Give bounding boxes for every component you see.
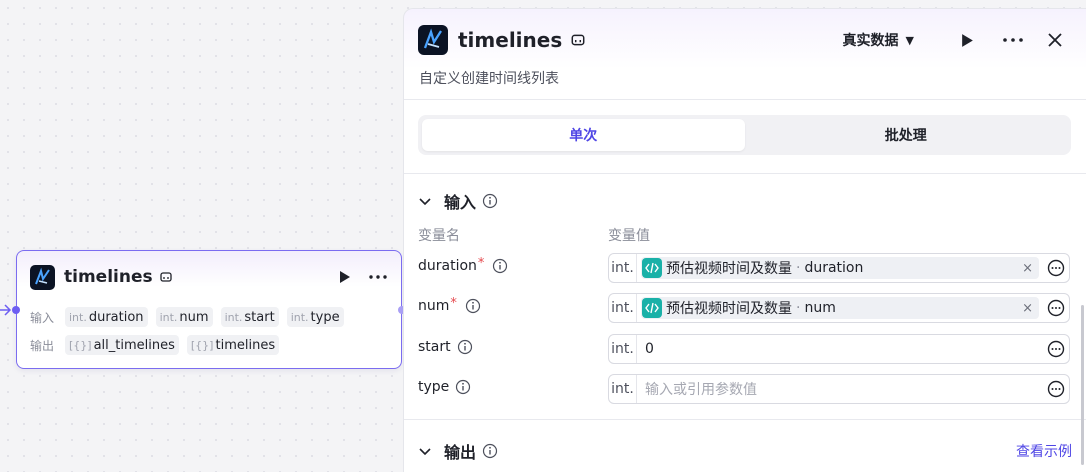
node-output-label: 输出	[30, 338, 55, 353]
chevron-down-icon[interactable]	[418, 194, 432, 208]
output-section-header[interactable]: 输出	[418, 439, 498, 463]
reference-chip[interactable]: 预估视频时间及数量 · num ×	[641, 297, 1039, 319]
panel-more-button[interactable]	[1000, 27, 1026, 53]
panel-scrollbar[interactable]	[1081, 305, 1084, 465]
workflow-node-timelines[interactable]: timelines 输入 int. duration int. num int. st…	[12, 250, 406, 369]
info-icon[interactable]	[455, 379, 471, 395]
divider	[404, 419, 1086, 420]
node-output-tag: [{}] timelines	[186, 335, 280, 355]
param-value-type[interactable]: int. 输入或引用参数值	[608, 374, 1070, 404]
tab-batch[interactable]: 批处理	[745, 119, 1068, 151]
chevron-down-icon[interactable]	[418, 444, 432, 458]
column-header-value: 变量值	[608, 228, 650, 244]
panel-run-button[interactable]	[954, 27, 980, 53]
param-value-start[interactable]: int. 0	[608, 334, 1070, 364]
input-port[interactable]	[12, 306, 20, 314]
node-input-tag: int. type	[286, 307, 344, 327]
close-icon[interactable]	[1042, 27, 1068, 53]
node-outputs-row: 输出 [{}] all_timelines [{}] timelines	[30, 335, 287, 355]
divider	[404, 173, 1086, 174]
node-more-button[interactable]	[369, 275, 387, 279]
input-section-header[interactable]: 输入	[418, 189, 498, 213]
clear-icon[interactable]: ×	[1022, 301, 1033, 316]
node-run-button[interactable]	[339, 270, 351, 284]
store-icon	[570, 32, 586, 48]
node-input-tag: int. num	[155, 307, 213, 327]
param-type: int.	[609, 294, 637, 322]
variable-picker-icon[interactable]	[1043, 259, 1069, 277]
node-input-tag: int. start	[220, 307, 279, 327]
caret-down-icon: ▼	[905, 33, 914, 47]
start-input[interactable]: 0	[645, 341, 1039, 357]
param-type: int.	[609, 335, 637, 363]
info-icon[interactable]	[465, 298, 481, 314]
node-input-tag: int. duration	[65, 307, 148, 327]
variable-picker-icon[interactable]	[1043, 380, 1069, 398]
node-settings-panel: timelines 真实数据 ▼ 自定义创建时间线列表 单次 批处理 输入 变量…	[403, 8, 1086, 472]
node-input-label: 输入	[30, 310, 55, 325]
code-icon	[642, 258, 662, 278]
panel-title: timelines	[458, 28, 563, 52]
variable-picker-icon[interactable]	[1043, 340, 1069, 358]
code-icon	[642, 298, 662, 318]
run-mode-tabs: 单次 批处理	[418, 115, 1071, 155]
param-name-num: num *	[418, 295, 481, 314]
plugin-logo-icon	[30, 264, 55, 290]
required-mark: *	[450, 295, 457, 311]
node-header: timelines	[30, 264, 387, 290]
real-data-dropdown[interactable]: 真实数据 ▼	[843, 30, 914, 50]
panel-description: 自定义创建时间线列表	[419, 71, 559, 87]
param-value-num[interactable]: int. 预估视频时间及数量 · num ×	[608, 293, 1070, 323]
required-mark: *	[477, 255, 485, 271]
type-input[interactable]: 输入或引用参数值	[645, 379, 1039, 399]
info-icon[interactable]	[457, 339, 473, 355]
plugin-logo-icon	[418, 25, 448, 55]
output-section-title: 输出	[444, 443, 477, 462]
param-type: int.	[609, 254, 637, 282]
node-output-tag: [{}] all_timelines	[65, 335, 179, 355]
store-icon	[159, 270, 173, 284]
node-inputs-row: 输入 int. duration int. num int. start int. ty…	[30, 307, 352, 327]
info-icon[interactable]	[482, 443, 498, 459]
panel-header: timelines 真实数据 ▼	[418, 23, 1068, 57]
param-name-duration: duration *	[418, 255, 508, 274]
divider	[404, 99, 1086, 100]
node-title: timelines	[64, 267, 153, 287]
param-name-type: type	[418, 379, 471, 395]
param-name-start: start	[418, 339, 473, 355]
param-type: int.	[609, 375, 637, 403]
param-value-duration[interactable]: int. 预估视频时间及数量 · duration ×	[608, 253, 1070, 283]
input-section-title: 输入	[444, 193, 477, 212]
tab-single[interactable]: 单次	[422, 119, 745, 151]
info-icon[interactable]	[482, 193, 498, 209]
view-example-link[interactable]: 查看示例	[1016, 441, 1072, 461]
column-header-name: 变量名	[418, 228, 460, 244]
clear-icon[interactable]: ×	[1022, 261, 1033, 276]
reference-chip[interactable]: 预估视频时间及数量 · duration ×	[641, 257, 1039, 279]
variable-picker-icon[interactable]	[1043, 299, 1069, 317]
info-icon[interactable]	[492, 258, 508, 274]
